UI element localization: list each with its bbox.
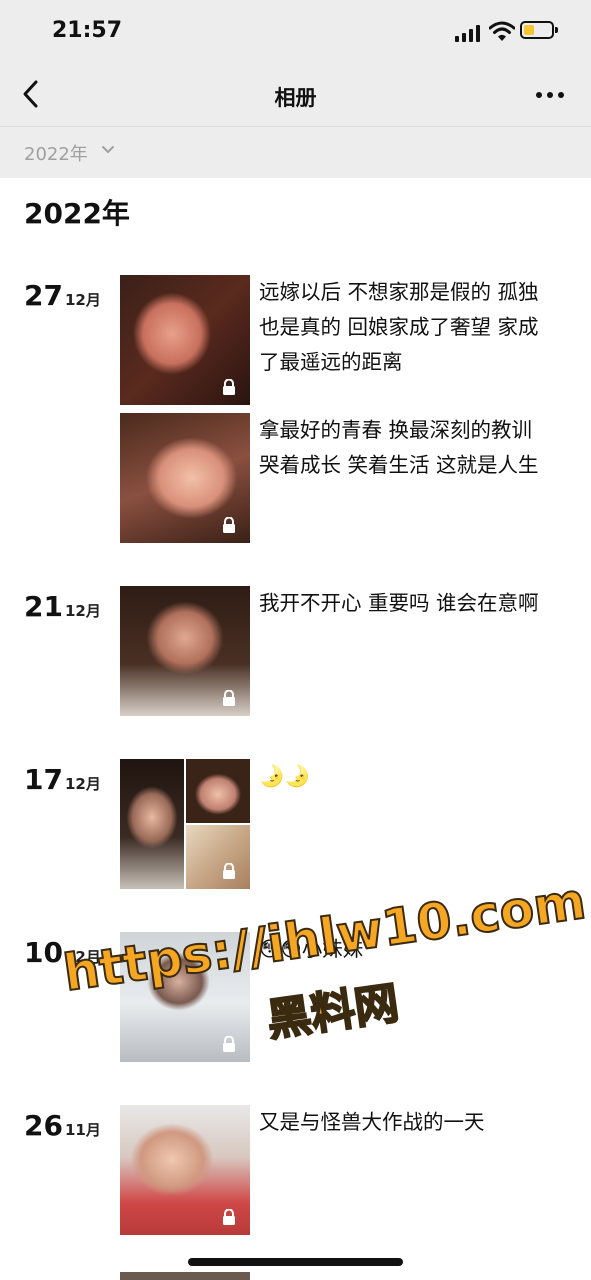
cellular-signal-icon	[455, 24, 483, 42]
entry-date: 26 11月	[24, 1109, 101, 1142]
lock-icon	[223, 379, 235, 395]
entry-month: 12月	[64, 291, 101, 309]
photo-grid-thumbnail[interactable]	[120, 759, 250, 889]
grid-photo	[186, 825, 250, 889]
lock-icon	[223, 517, 235, 533]
album-post[interactable]: 拿最好的青春 换最深刻的教训 哭着成长 笑着生活 这就是人生	[120, 413, 580, 543]
entry-date: 21 12月	[24, 590, 101, 623]
more-options-icon[interactable]	[536, 92, 566, 100]
post-caption: 远嫁以后 不想家那是假的 孤独也是真的 回娘家成了奢望 家成了最遥远的距离	[259, 280, 539, 374]
photo-thumbnail[interactable]	[120, 1105, 250, 1235]
entry-month: 12月	[64, 775, 101, 793]
next-photo-peek	[120, 1272, 250, 1280]
page-title: 相册	[274, 86, 317, 110]
battery-icon	[520, 21, 558, 39]
album-post[interactable]: 🌛🌛	[120, 759, 580, 889]
post-caption: 我开不开心 重要吗 谁会在意啊	[259, 591, 539, 615]
status-time: 21:57	[52, 18, 123, 43]
entry-day: 26	[24, 1109, 63, 1142]
album-post[interactable]: 远嫁以后 不想家那是假的 孤独也是真的 回娘家成了奢望 家成了最遥远的距离	[120, 275, 580, 405]
entry-day: 17	[24, 763, 63, 796]
entry-month: 12月	[64, 602, 101, 620]
year-filter-label[interactable]: 2022年	[24, 140, 88, 166]
photo-thumbnail[interactable]	[120, 275, 250, 405]
year-heading: 2022年	[24, 197, 130, 230]
chevron-down-icon	[102, 146, 114, 154]
post-caption: 又是与怪兽大作战的一天	[259, 1110, 485, 1134]
entry-day: 27	[24, 279, 63, 312]
wifi-icon	[489, 21, 515, 41]
post-caption: 🌛🌛	[259, 764, 311, 788]
nav-bar: 相册	[0, 64, 591, 126]
grid-photo	[120, 759, 184, 889]
lock-icon	[223, 690, 235, 706]
entry-day: 21	[24, 590, 63, 623]
album-post[interactable]: 我开不开心 重要吗 谁会在意啊	[120, 586, 580, 716]
lock-icon	[223, 863, 235, 879]
photo-thumbnail[interactable]	[120, 413, 250, 543]
post-caption: 拿最好的青春 换最深刻的教训 哭着成长 笑着生活 这就是人生	[259, 418, 539, 477]
grid-photo	[186, 759, 250, 823]
year-filter-bar[interactable]: 2022年	[0, 126, 591, 178]
lock-icon	[223, 1209, 235, 1225]
entry-month: 11月	[64, 1121, 101, 1139]
status-bar: 21:57	[0, 0, 591, 64]
entry-date: 27 12月	[24, 279, 101, 312]
entry-day: 10	[24, 936, 63, 969]
entry-date: 17 12月	[24, 763, 101, 796]
album-post[interactable]: 又是与怪兽大作战的一天	[120, 1105, 580, 1235]
photo-thumbnail[interactable]	[120, 586, 250, 716]
home-indicator	[188, 1258, 403, 1266]
